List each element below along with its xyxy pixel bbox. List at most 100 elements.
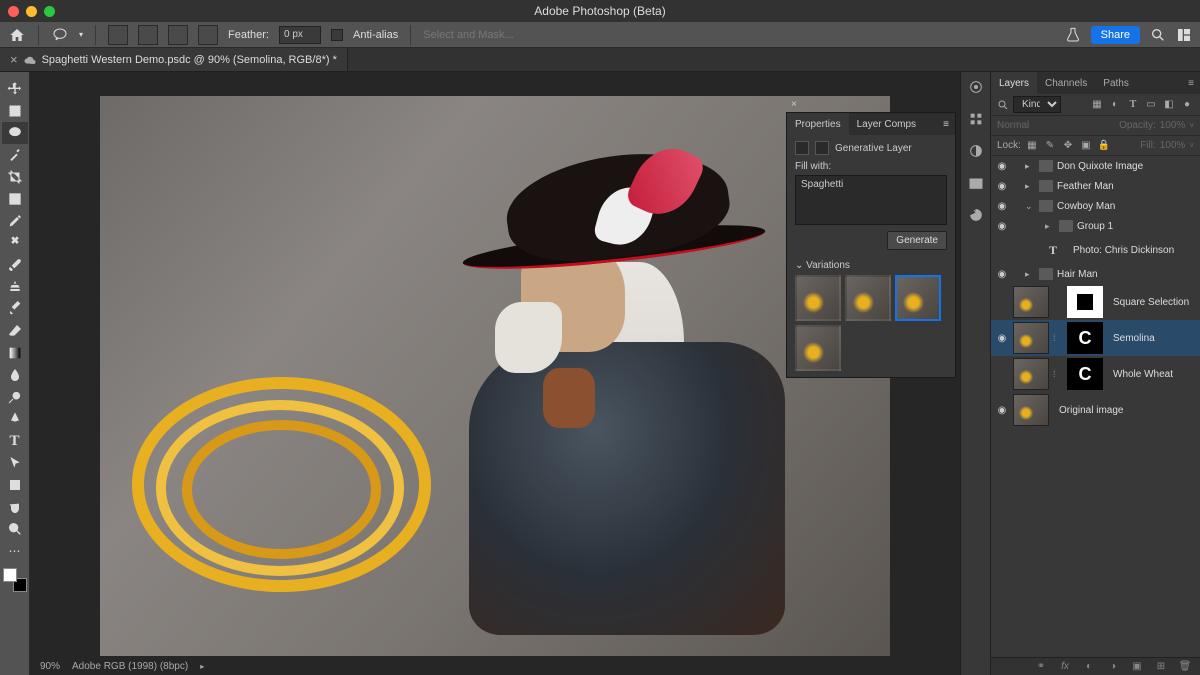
- libraries-panel-icon[interactable]: [967, 174, 985, 192]
- visibility-icon[interactable]: ◉: [995, 333, 1009, 344]
- spot-heal-tool[interactable]: [2, 232, 28, 254]
- filter-kind-select[interactable]: Kind: [1013, 96, 1061, 113]
- tab-layer-comps[interactable]: Layer Comps: [849, 113, 924, 135]
- share-button[interactable]: Share: [1091, 26, 1140, 44]
- path-select-tool[interactable]: [2, 452, 28, 474]
- doc-info[interactable]: Adobe RGB (1998) (8bpc): [72, 661, 188, 672]
- tab-properties[interactable]: Properties: [787, 113, 849, 135]
- layer-row[interactable]: T Photo: Chris Dickinson: [991, 236, 1200, 264]
- visibility-icon[interactable]: ◉: [995, 201, 1009, 212]
- layer-row[interactable]: ◉ ⌄ Cowboy Man: [991, 196, 1200, 216]
- lock-all-icon[interactable]: 🔒: [1097, 139, 1111, 153]
- lock-artboard-icon[interactable]: ▣: [1079, 139, 1093, 153]
- generate-button[interactable]: Generate: [887, 231, 947, 250]
- dropdown-arrow-icon[interactable]: ▾: [79, 30, 83, 39]
- feather-input[interactable]: [279, 26, 321, 44]
- layer-row[interactable]: ◉ ▸ Don Quixote Image: [991, 156, 1200, 176]
- link-layers-icon[interactable]: ⚭: [1034, 661, 1048, 672]
- lasso-tool[interactable]: [2, 122, 28, 144]
- move-tool[interactable]: [2, 78, 28, 100]
- magic-wand-tool[interactable]: [2, 144, 28, 166]
- close-window-icon[interactable]: [8, 6, 19, 17]
- filter-smart-icon[interactable]: ◧: [1162, 98, 1176, 112]
- layer-row[interactable]: Square Selection: [991, 284, 1200, 320]
- eraser-tool[interactable]: [2, 320, 28, 342]
- lasso-tool-icon[interactable]: [51, 27, 69, 43]
- tab-layers[interactable]: Layers: [991, 72, 1037, 94]
- visibility-icon[interactable]: ◉: [995, 161, 1009, 172]
- panel-menu-icon[interactable]: ≡: [1182, 78, 1200, 89]
- search-icon[interactable]: [1150, 27, 1166, 43]
- layer-row[interactable]: ⁞ C Whole Wheat: [991, 356, 1200, 392]
- layer-mask[interactable]: C: [1067, 322, 1103, 354]
- adjustments-panel-icon[interactable]: [967, 142, 985, 160]
- minimize-window-icon[interactable]: [26, 6, 37, 17]
- opacity-value[interactable]: 100%: [1160, 120, 1186, 131]
- add-selection-button[interactable]: [138, 25, 158, 45]
- layer-mask[interactable]: C: [1067, 358, 1103, 390]
- layer-row[interactable]: ◉ ⁞ C Semolina: [991, 320, 1200, 356]
- search-icon[interactable]: [997, 99, 1009, 111]
- tab-paths[interactable]: Paths: [1095, 72, 1137, 94]
- pen-tool[interactable]: [2, 408, 28, 430]
- subtract-selection-button[interactable]: [168, 25, 188, 45]
- frame-tool[interactable]: [2, 188, 28, 210]
- variation-thumb[interactable]: [845, 275, 891, 321]
- swatches-panel-icon[interactable]: [967, 110, 985, 128]
- filter-pixel-icon[interactable]: ▦: [1090, 98, 1104, 112]
- color-panel-icon[interactable]: [967, 78, 985, 96]
- color-swatches[interactable]: [3, 568, 27, 592]
- edit-toolbar[interactable]: ⋯: [2, 540, 28, 562]
- filter-type-icon[interactable]: T: [1126, 98, 1140, 112]
- gradient-tool[interactable]: [2, 342, 28, 364]
- history-panel-icon[interactable]: [967, 206, 985, 224]
- workspace-icon[interactable]: [1176, 27, 1192, 43]
- antialias-checkbox[interactable]: [331, 29, 343, 41]
- layer-mask[interactable]: [1067, 286, 1103, 318]
- beaker-icon[interactable]: [1065, 27, 1081, 43]
- lock-transparency-icon[interactable]: ▦: [1025, 139, 1039, 153]
- tab-channels[interactable]: Channels: [1037, 72, 1095, 94]
- intersect-selection-button[interactable]: [198, 25, 218, 45]
- layer-row[interactable]: ◉ ▸ Group 1: [991, 216, 1200, 236]
- layer-fx-icon[interactable]: fx: [1058, 661, 1072, 672]
- variation-thumb[interactable]: [895, 275, 941, 321]
- layer-row[interactable]: ◉ ▸ Feather Man: [991, 176, 1200, 196]
- blend-mode-select[interactable]: Normal: [997, 120, 1029, 131]
- new-group-icon[interactable]: ▣: [1130, 661, 1144, 672]
- home-icon[interactable]: [8, 27, 26, 43]
- variation-thumb[interactable]: [795, 275, 841, 321]
- layer-row[interactable]: ◉ Original image: [991, 392, 1200, 428]
- lock-position-icon[interactable]: ✥: [1061, 139, 1075, 153]
- prompt-input[interactable]: Spaghetti: [795, 175, 947, 225]
- visibility-icon[interactable]: ◉: [995, 405, 1009, 416]
- dodge-tool[interactable]: [2, 386, 28, 408]
- maximize-window-icon[interactable]: [44, 6, 55, 17]
- history-brush-tool[interactable]: [2, 298, 28, 320]
- blur-tool[interactable]: [2, 364, 28, 386]
- clone-stamp-tool[interactable]: [2, 276, 28, 298]
- add-mask-icon[interactable]: ◐: [1082, 661, 1096, 672]
- status-arrow-icon[interactable]: ▸: [200, 662, 204, 671]
- fill-value[interactable]: 100%: [1160, 140, 1186, 151]
- eyedropper-tool[interactable]: [2, 210, 28, 232]
- rectangle-tool[interactable]: [2, 474, 28, 496]
- variation-thumb[interactable]: [795, 325, 841, 371]
- hand-tool[interactable]: [2, 496, 28, 518]
- new-adjustment-icon[interactable]: ◑: [1106, 661, 1120, 672]
- layer-row[interactable]: ◉ ▸ Hair Man: [991, 264, 1200, 284]
- panel-menu-icon[interactable]: ≡: [937, 119, 955, 130]
- link-mask-icon[interactable]: ⁞: [1053, 369, 1063, 379]
- crop-tool[interactable]: [2, 166, 28, 188]
- type-tool[interactable]: T: [2, 430, 28, 452]
- select-and-mask-button[interactable]: Select and Mask...: [423, 29, 514, 41]
- filter-adjust-icon[interactable]: ◐: [1108, 98, 1122, 112]
- close-tab-icon[interactable]: ×: [10, 52, 18, 67]
- document-canvas[interactable]: [100, 96, 890, 656]
- variations-label[interactable]: ⌄ Variations: [795, 260, 947, 271]
- zoom-level[interactable]: 90%: [40, 661, 60, 672]
- link-mask-icon[interactable]: ⁞: [1053, 333, 1063, 343]
- lock-pixels-icon[interactable]: ✎: [1043, 139, 1057, 153]
- visibility-icon[interactable]: ◉: [995, 269, 1009, 280]
- visibility-icon[interactable]: ◉: [995, 221, 1009, 232]
